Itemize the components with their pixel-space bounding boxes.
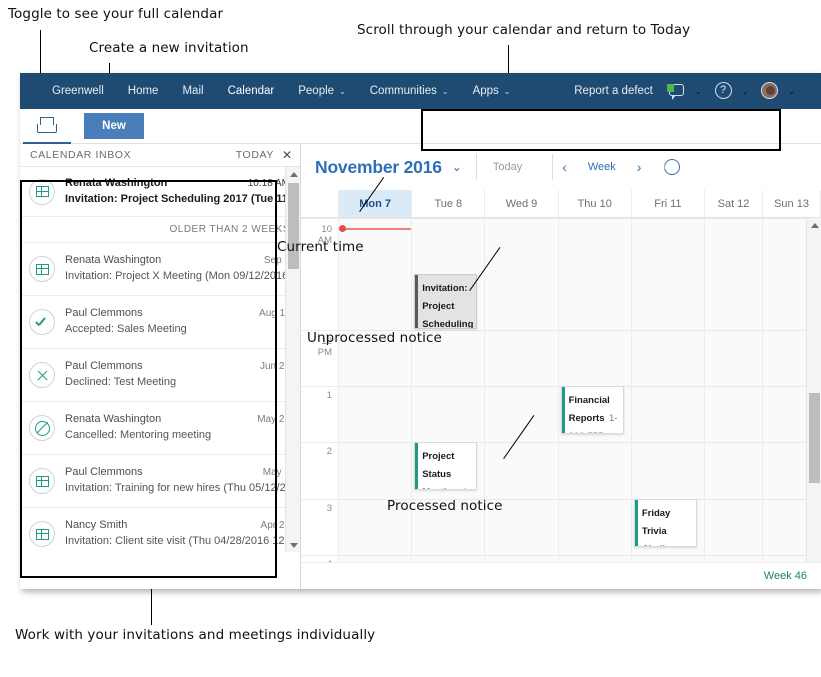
chevron-down-icon: ⌄ xyxy=(441,86,449,96)
annotation-unprocessed-notice: Unprocessed notice xyxy=(307,330,442,346)
nav-brand[interactable]: Greenwell xyxy=(40,73,116,109)
inbox-scrollbar[interactable] xyxy=(285,167,300,552)
calendar-panel: November 2016 ⌄ Today ‹ Week › Mon 7 Tue… xyxy=(301,144,821,589)
day-header-fri[interactable]: Fri 11 xyxy=(632,190,706,217)
next-week-button[interactable]: › xyxy=(628,159,651,175)
scroll-up-icon[interactable] xyxy=(807,218,821,232)
day-columns: Invitation: Project Scheduling 2017 Rena… xyxy=(339,218,821,589)
day-column-fri[interactable]: Friday Trivia Challenge LiPin Tan xyxy=(631,218,706,589)
global-navigation-bar: Greenwell Home Mail Calendar People ⌄ Co… xyxy=(20,73,821,109)
current-time-line xyxy=(342,228,412,230)
event-title: Project Status Meeting xyxy=(422,451,458,489)
nav-item-home[interactable]: Home xyxy=(116,73,171,109)
day-header-sat[interactable]: Sat 12 xyxy=(705,190,764,217)
event-accent-bar xyxy=(634,500,638,546)
event-title: Invitation: Project Scheduling 2017 xyxy=(422,283,474,329)
previous-week-button[interactable]: ‹ xyxy=(553,159,576,175)
event-accent-bar xyxy=(561,387,565,433)
calendar-month-title[interactable]: November 2016 xyxy=(315,157,442,178)
week-number-label: Week 46 xyxy=(763,570,807,582)
annotation-current-time: Current time xyxy=(277,239,364,255)
nav-right-group: Report a defect ⌄ ? ⌄ ⌄ xyxy=(574,73,821,109)
time-gutter: 10 AM 12 PM 1 2 3 4 xyxy=(301,218,339,589)
nav-item-calendar-label: Calendar xyxy=(227,85,275,97)
scroll-up-icon[interactable] xyxy=(286,167,300,181)
chevron-down-icon[interactable]: ⌄ xyxy=(452,160,462,174)
day-header-wed[interactable]: Wed 9 xyxy=(485,190,559,217)
nav-item-communities-label: Communities xyxy=(369,85,437,97)
nav-left-group: Greenwell Home Mail Calendar People ⌄ Co… xyxy=(20,73,522,109)
nav-item-mail[interactable]: Mail xyxy=(170,73,215,109)
hour-label-2pm: 2 xyxy=(326,446,332,457)
event-accent-bar xyxy=(415,443,419,489)
nav-item-people[interactable]: People ⌄ xyxy=(286,73,358,109)
inbox-toggle-button[interactable] xyxy=(23,109,71,144)
event-title: Financial Reports xyxy=(568,395,610,424)
annotation-toggle-calendar: Toggle to see your full calendar xyxy=(8,6,224,22)
today-button[interactable]: Today xyxy=(477,161,538,173)
chat-bubble-icon[interactable] xyxy=(666,81,687,101)
annotation-scroll-today: Scroll through your calendar and return … xyxy=(357,22,691,38)
chevron-down-icon[interactable]: ⌄ xyxy=(788,87,795,96)
nav-item-home-label: Home xyxy=(127,85,159,97)
nav-item-apps[interactable]: Apps ⌄ xyxy=(461,73,523,109)
chevron-down-icon: ⌄ xyxy=(503,86,511,96)
nav-item-people-label: People xyxy=(298,85,335,97)
annotation-create-invitation: Create a new invitation xyxy=(89,40,249,56)
user-avatar-icon[interactable] xyxy=(760,81,780,101)
calendar-event-financial-reports[interactable]: Financial Reports 1-900-555-1212 Amadéu,… xyxy=(560,386,624,434)
report-defect-link[interactable]: Report a defect xyxy=(574,85,653,97)
nav-item-communities[interactable]: Communities ⌄ xyxy=(358,73,461,109)
day-column-wed[interactable] xyxy=(485,218,559,589)
calendar-day-header: Mon 7 Tue 8 Wed 9 Thu 10 Fri 11 Sat 12 S… xyxy=(301,190,821,218)
refresh-icon[interactable] xyxy=(664,159,680,175)
day-header-tue[interactable]: Tue 8 xyxy=(412,190,486,217)
inbox-header: CALENDAR INBOX TODAY ✕ xyxy=(20,144,300,167)
day-column-mon[interactable] xyxy=(339,218,413,589)
help-question-icon[interactable]: ? xyxy=(714,81,734,101)
chevron-down-icon: ⌄ xyxy=(339,86,346,96)
scroll-down-icon[interactable] xyxy=(286,538,300,552)
calendar-event-project-status[interactable]: Project Status Meeting 1-900-555-1212 xyxy=(414,442,478,490)
inbox-tray-icon xyxy=(37,117,57,133)
current-time-dot xyxy=(339,225,346,232)
annotation-work-invitations: Work with your invitations and meetings … xyxy=(15,627,376,643)
inbox-title: CALENDAR INBOX xyxy=(30,149,132,161)
calendar-event-unprocessed[interactable]: Invitation: Project Scheduling 2017 Rena… xyxy=(414,274,478,329)
time-gutter-header xyxy=(301,190,339,217)
day-header-thu[interactable]: Thu 10 xyxy=(559,190,632,217)
calendar-grid: 10 AM 12 PM 1 2 3 4 xyxy=(301,218,821,589)
highlight-box-calendar-nav xyxy=(421,109,781,151)
chevron-down-icon[interactable]: ⌄ xyxy=(742,87,749,96)
view-mode-label[interactable]: Week xyxy=(576,161,628,173)
day-header-mon[interactable]: Mon 7 xyxy=(339,190,413,217)
event-accent-bar xyxy=(415,275,419,328)
calendar-grid-wrapper: 10 AM 12 PM 1 2 3 4 xyxy=(301,218,821,589)
scrollbar-thumb[interactable] xyxy=(288,183,299,269)
event-title: Friday Trivia Challenge xyxy=(641,508,687,546)
week-number-footer: Week 46 xyxy=(301,562,821,589)
calendar-event-friday-trivia[interactable]: Friday Trivia Challenge LiPin Tan xyxy=(633,499,697,547)
day-column-thu[interactable]: Financial Reports 1-900-555-1212 Amadéu,… xyxy=(558,218,632,589)
hour-label-3pm: 3 xyxy=(326,503,332,514)
nav-item-apps-label: Apps xyxy=(472,85,499,97)
calendar-scrollbar[interactable] xyxy=(806,218,821,589)
day-column-sat[interactable] xyxy=(705,218,764,589)
annotation-processed-notice: Processed notice xyxy=(387,498,503,514)
close-icon[interactable]: ✕ xyxy=(282,149,292,161)
scrollbar-thumb[interactable] xyxy=(809,393,820,483)
chevron-down-icon[interactable]: ⌄ xyxy=(695,87,702,96)
new-invitation-button[interactable]: New xyxy=(84,113,144,139)
screenshot-root: Toggle to see your full calendar Create … xyxy=(0,0,821,677)
highlight-box-inbox-list xyxy=(20,180,277,578)
day-header-sun[interactable]: Sun 13 xyxy=(763,190,821,217)
hour-label-1pm: 1 xyxy=(326,390,332,401)
nav-item-mail-label: Mail xyxy=(182,85,204,97)
nav-item-calendar[interactable]: Calendar xyxy=(216,73,287,109)
day-column-tue[interactable]: Invitation: Project Scheduling 2017 Rena… xyxy=(412,218,486,589)
inbox-today-filter[interactable]: TODAY xyxy=(236,149,274,161)
